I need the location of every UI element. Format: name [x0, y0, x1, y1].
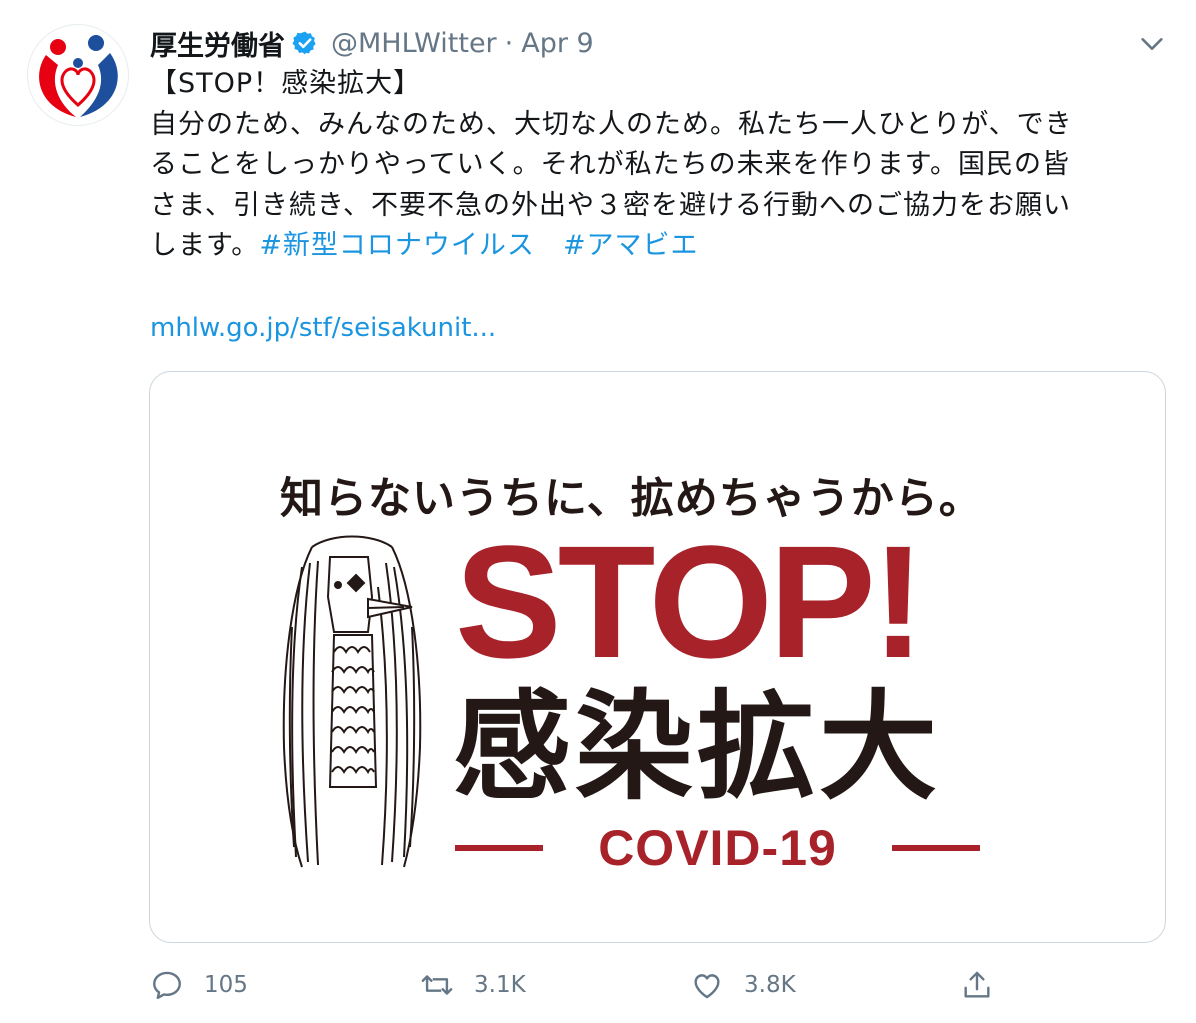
reply-button[interactable]: 105	[150, 962, 248, 1008]
covid-dash-left	[455, 845, 543, 851]
retweet-button[interactable]: 3.1K	[420, 962, 526, 1008]
like-button[interactable]: 3.8K	[690, 962, 796, 1008]
display-name[interactable]: 厚生労働省	[150, 24, 285, 63]
amabie-illustration	[282, 535, 422, 868]
card-kanji-text: 感染拡大	[453, 678, 942, 816]
retweet-count: 3.1K	[474, 972, 526, 998]
share-button[interactable]	[960, 962, 994, 1008]
tweet-body-line: 自分のため、みんなのため、大切な人のため。私たち一人ひとりが、でき	[150, 108, 1073, 140]
tweet-body-last-line: します。#新型コロナウイルス #アマビエ	[150, 226, 1160, 267]
chevron-down-icon[interactable]	[1138, 30, 1166, 58]
like-count: 3.8K	[744, 972, 796, 998]
tweet-body-line: ることをしっかりやっていく。それが私たちの未来を作ります。国民の皆	[150, 149, 1070, 180]
avatar[interactable]	[27, 24, 129, 126]
reply-count: 105	[204, 972, 248, 998]
separator-dot: ·	[504, 27, 514, 59]
verified-badge-icon	[292, 31, 316, 55]
card-covid-row: COVID-19	[455, 820, 980, 876]
tweet-text: 【STOP！感染拡大】 自分のため、みんなのため、大切な人のため。私たち一人ひと…	[150, 64, 1160, 267]
tweet[interactable]: 厚生労働省 @MHLWitter · Apr 9 【STOP！感染拡大】 自分の…	[0, 0, 1196, 1023]
hashtag-link[interactable]: #アマビエ	[563, 230, 699, 261]
handle[interactable]: @MHLWitter	[331, 28, 497, 59]
reply-icon	[153, 971, 181, 999]
card-covid-text: COVID-19	[598, 820, 837, 876]
tweet-body-line: さま、引き続き、不要不急の外出や３密を避ける行動へのご協力をお願い	[150, 189, 1072, 221]
action-bar: 105 3.1K 3.8K	[150, 962, 1020, 1008]
card-stop-text: STOP!	[455, 512, 925, 691]
covid-dash-right	[892, 845, 980, 851]
avatar-logo	[39, 35, 118, 117]
retweet-icon	[421, 975, 453, 995]
tweet-title: 【STOP！感染拡大】	[150, 68, 422, 99]
hashtag-link[interactable]: #新型コロナウイルス	[259, 230, 535, 261]
tweet-date[interactable]: Apr 9	[521, 28, 593, 59]
media-card[interactable]: 知らないうちに、拡めちゃうから。 STOP! 感染拡大 COVID-19	[149, 371, 1166, 943]
tweet-url-link[interactable]: mhlw.go.jp/stf/seisakunit...	[150, 313, 496, 343]
like-icon	[694, 974, 720, 999]
tweet-body-line-prefix: します。	[150, 230, 260, 261]
share-icon	[964, 971, 990, 998]
tweet-header: 厚生労働省 @MHLWitter · Apr 9	[150, 24, 594, 63]
